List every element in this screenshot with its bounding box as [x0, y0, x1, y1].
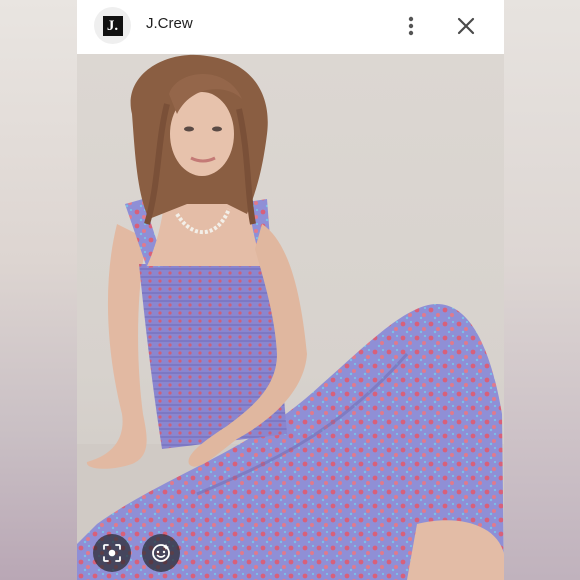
visual-search-icon: [103, 544, 121, 562]
listing-header: J. J.Crew: [77, 0, 504, 54]
face-sticker-button[interactable]: [142, 534, 180, 572]
blurred-backdrop-left: [0, 0, 77, 580]
visual-search-button[interactable]: [93, 534, 131, 572]
product-photo: [77, 54, 504, 580]
more-vertical-icon: [408, 16, 414, 36]
model-illustration: [77, 54, 504, 580]
product-card: J. J.Crew: [77, 0, 504, 580]
close-icon: [457, 17, 475, 35]
more-options-button[interactable]: [399, 12, 423, 40]
brand-logo[interactable]: J.: [94, 7, 131, 44]
brand-logo-mark: J.: [102, 15, 123, 36]
blurred-backdrop-right: [504, 0, 580, 580]
face-sticker-icon: [152, 544, 170, 562]
screen: J. J.Crew: [0, 0, 580, 580]
brand-name[interactable]: J.Crew: [146, 15, 193, 32]
close-button[interactable]: [453, 12, 479, 40]
